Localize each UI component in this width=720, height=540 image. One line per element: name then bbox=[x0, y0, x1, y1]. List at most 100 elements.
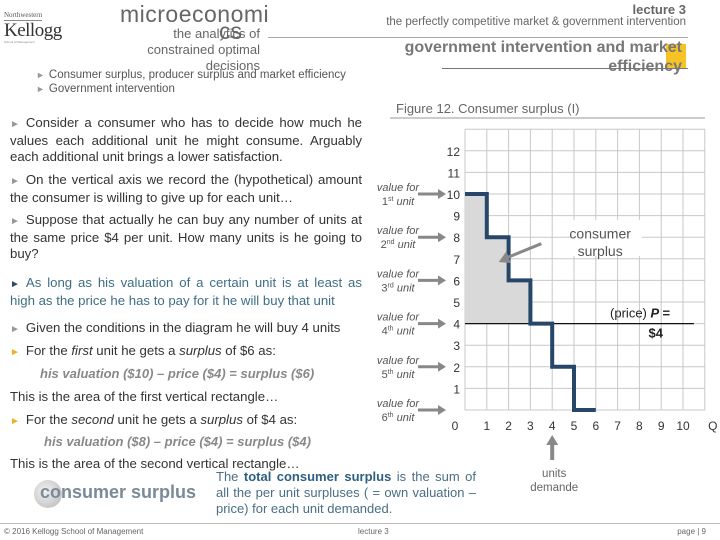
bullet-triangle-icon: ► bbox=[10, 347, 20, 358]
paragraph-buy-4-units: ► Given the conditions in the diagram he … bbox=[10, 320, 362, 338]
unit-word: unit bbox=[393, 196, 415, 208]
arrow-up-icon bbox=[546, 435, 559, 445]
emphasis-surplus: surplus bbox=[200, 412, 243, 427]
bullet-triangle-icon: ► bbox=[10, 216, 20, 227]
bullet-triangle-icon: ► bbox=[10, 416, 20, 427]
x-axis-label: Q bbox=[708, 419, 717, 433]
value-label-unit: 2nd unit bbox=[381, 239, 417, 251]
bullet-triangle-icon: ► bbox=[10, 176, 20, 187]
value-label-unit: 5th unit bbox=[382, 369, 416, 381]
y-tick-label: 4 bbox=[453, 318, 460, 332]
y-tick-label: 6 bbox=[453, 274, 460, 288]
ordinal-suffix: nd bbox=[387, 239, 395, 246]
x-tick-label: 9 bbox=[658, 419, 665, 433]
chart-svg: Figure 12. Consumer surplus (I) (price) … bbox=[377, 101, 718, 508]
consumer-surplus-heading: consumer surplus bbox=[40, 482, 197, 502]
arrow-right-icon bbox=[438, 318, 446, 329]
text-run: of $4 as: bbox=[242, 412, 298, 427]
y-tick-label: 3 bbox=[453, 339, 460, 353]
paragraph-vertical-axis: ► On the vertical axis we record the (hyp… bbox=[10, 172, 362, 206]
bullet-triangle-icon: ► bbox=[10, 279, 20, 290]
x-tick-label: 1 bbox=[483, 419, 490, 433]
x-tick-label: 6 bbox=[592, 419, 599, 433]
units-demanded-label: units bbox=[542, 468, 567, 480]
y-tick-label: 9 bbox=[453, 210, 460, 224]
text-run: For the bbox=[25, 343, 72, 358]
consumer-surplus-label: surplus bbox=[578, 243, 623, 259]
y-tick-label: 10 bbox=[447, 188, 461, 202]
emphasis-second: second bbox=[71, 412, 114, 427]
y-tick-label: 1 bbox=[453, 382, 460, 396]
bullet-triangle-icon: ► bbox=[36, 70, 45, 80]
topic-bullet-1: ► Consumer surplus, producer surplus and … bbox=[36, 69, 346, 81]
x-tick-label: 3 bbox=[527, 419, 534, 433]
formula-first-unit: his valuation ($10) – price ($4) = surpl… bbox=[40, 366, 315, 381]
text-run: unit he gets a bbox=[92, 343, 180, 358]
price-label-p: P = bbox=[651, 306, 671, 321]
x-tick-label: 7 bbox=[614, 419, 621, 433]
price-label-text: (price) bbox=[610, 306, 650, 321]
unit-word: unit bbox=[394, 282, 416, 294]
topic-bullet-text: Consumer surplus, producer surplus and m… bbox=[48, 69, 346, 81]
section-title-underline bbox=[442, 68, 688, 69]
x-tick-label: 10 bbox=[676, 419, 690, 433]
paragraph-first-rectangle: This is the area of the first vertical r… bbox=[10, 389, 279, 404]
bullet-triangle-icon: ► bbox=[36, 84, 45, 94]
value-label-unit: 3rd unit bbox=[381, 282, 415, 294]
consumer-surplus-chart: Figure 12. Consumer surplus (I) (price) … bbox=[370, 95, 720, 508]
value-label-unit: 1st unit bbox=[382, 196, 415, 208]
text-run: The bbox=[216, 469, 244, 484]
y-tick-label: 11 bbox=[448, 166, 461, 180]
chart-annotations: consumersurplusunitsdemanded bbox=[498, 219, 642, 508]
paragraph-second-unit: ► For the second unit he gets a surplus o… bbox=[10, 412, 362, 430]
value-arrows: value for 1st unit value for 2nd unit value … bbox=[377, 182, 446, 424]
y-tick-label: 2 bbox=[453, 361, 460, 375]
topic-bullet-2: ► Government intervention bbox=[36, 83, 175, 95]
text-run: of $6 as: bbox=[221, 343, 276, 358]
paragraph-valuation-rule: ► As long as his valuation of a certain u… bbox=[10, 275, 362, 309]
logo-kellogg: Kellogg bbox=[4, 20, 84, 41]
footer-page-number: page | 9 bbox=[677, 527, 706, 536]
paragraph-text: As long as his valuation of a certain un… bbox=[10, 275, 362, 308]
chart-title: Figure 12. Consumer surplus (I) bbox=[396, 101, 580, 116]
emphasis-surplus: surplus bbox=[179, 343, 222, 358]
value-label: value for bbox=[377, 268, 421, 280]
course-title-suffix: cs bbox=[219, 18, 242, 44]
value-label: value for bbox=[377, 312, 421, 324]
y-tick-label: 12 bbox=[447, 145, 461, 159]
arrow-right-icon bbox=[438, 405, 446, 415]
bullet-triangle-icon: ► bbox=[10, 119, 20, 130]
text-run: For the bbox=[25, 412, 72, 427]
value-label: value for bbox=[377, 355, 421, 367]
y-tick-label: 7 bbox=[453, 253, 460, 267]
text-run: unit he gets a bbox=[113, 412, 201, 427]
y-tick-label: 8 bbox=[453, 231, 460, 245]
lecture-subtitle: the perfectly competitive market & gover… bbox=[386, 16, 686, 28]
price-label-value: $4 bbox=[649, 326, 664, 341]
topic-bullet-text: Government intervention bbox=[48, 83, 175, 95]
x-axis-ticks: 0 1 2 3 4 5 6 7 8 9 10 Q bbox=[452, 419, 718, 433]
section-title: government intervention and market effic… bbox=[404, 39, 682, 75]
footer-divider bbox=[0, 523, 720, 524]
units-demanded-label: demande bbox=[530, 482, 578, 494]
footer-copyright: © 2016 Kellogg School of Management bbox=[4, 527, 144, 536]
paragraph-text: On the vertical axis we record the (hypo… bbox=[10, 172, 362, 205]
emphasis-first: first bbox=[71, 343, 93, 358]
paragraph-consider: ► Consider a consumer who has to decide h… bbox=[10, 115, 362, 165]
x-tick-label: 8 bbox=[636, 419, 643, 433]
formula-second-unit: his valuation ($8) – price ($4) = surplu… bbox=[44, 434, 311, 449]
unit-word: unit bbox=[394, 412, 416, 424]
course-title-block: microeconomi cs the analytics of constra… bbox=[120, 2, 269, 74]
y-axis-ticks: 123456789101112 bbox=[447, 145, 461, 397]
arrow-right-icon bbox=[438, 189, 446, 199]
kellogg-logo: Northwestern Kellogg School of Managemen… bbox=[4, 4, 84, 44]
value-label: value for bbox=[377, 398, 421, 410]
unit-word: unit bbox=[395, 239, 417, 251]
value-label: value for bbox=[377, 225, 421, 237]
paragraph-text: Suppose that actually he can buy any num… bbox=[10, 212, 362, 261]
value-label-unit: 4th unit bbox=[382, 326, 416, 338]
arrow-right-icon bbox=[438, 232, 446, 243]
unit-word: unit bbox=[394, 326, 416, 338]
x-tick-label: 0 bbox=[452, 419, 459, 433]
logo-kellogg-text: Kellogg bbox=[4, 20, 62, 41]
